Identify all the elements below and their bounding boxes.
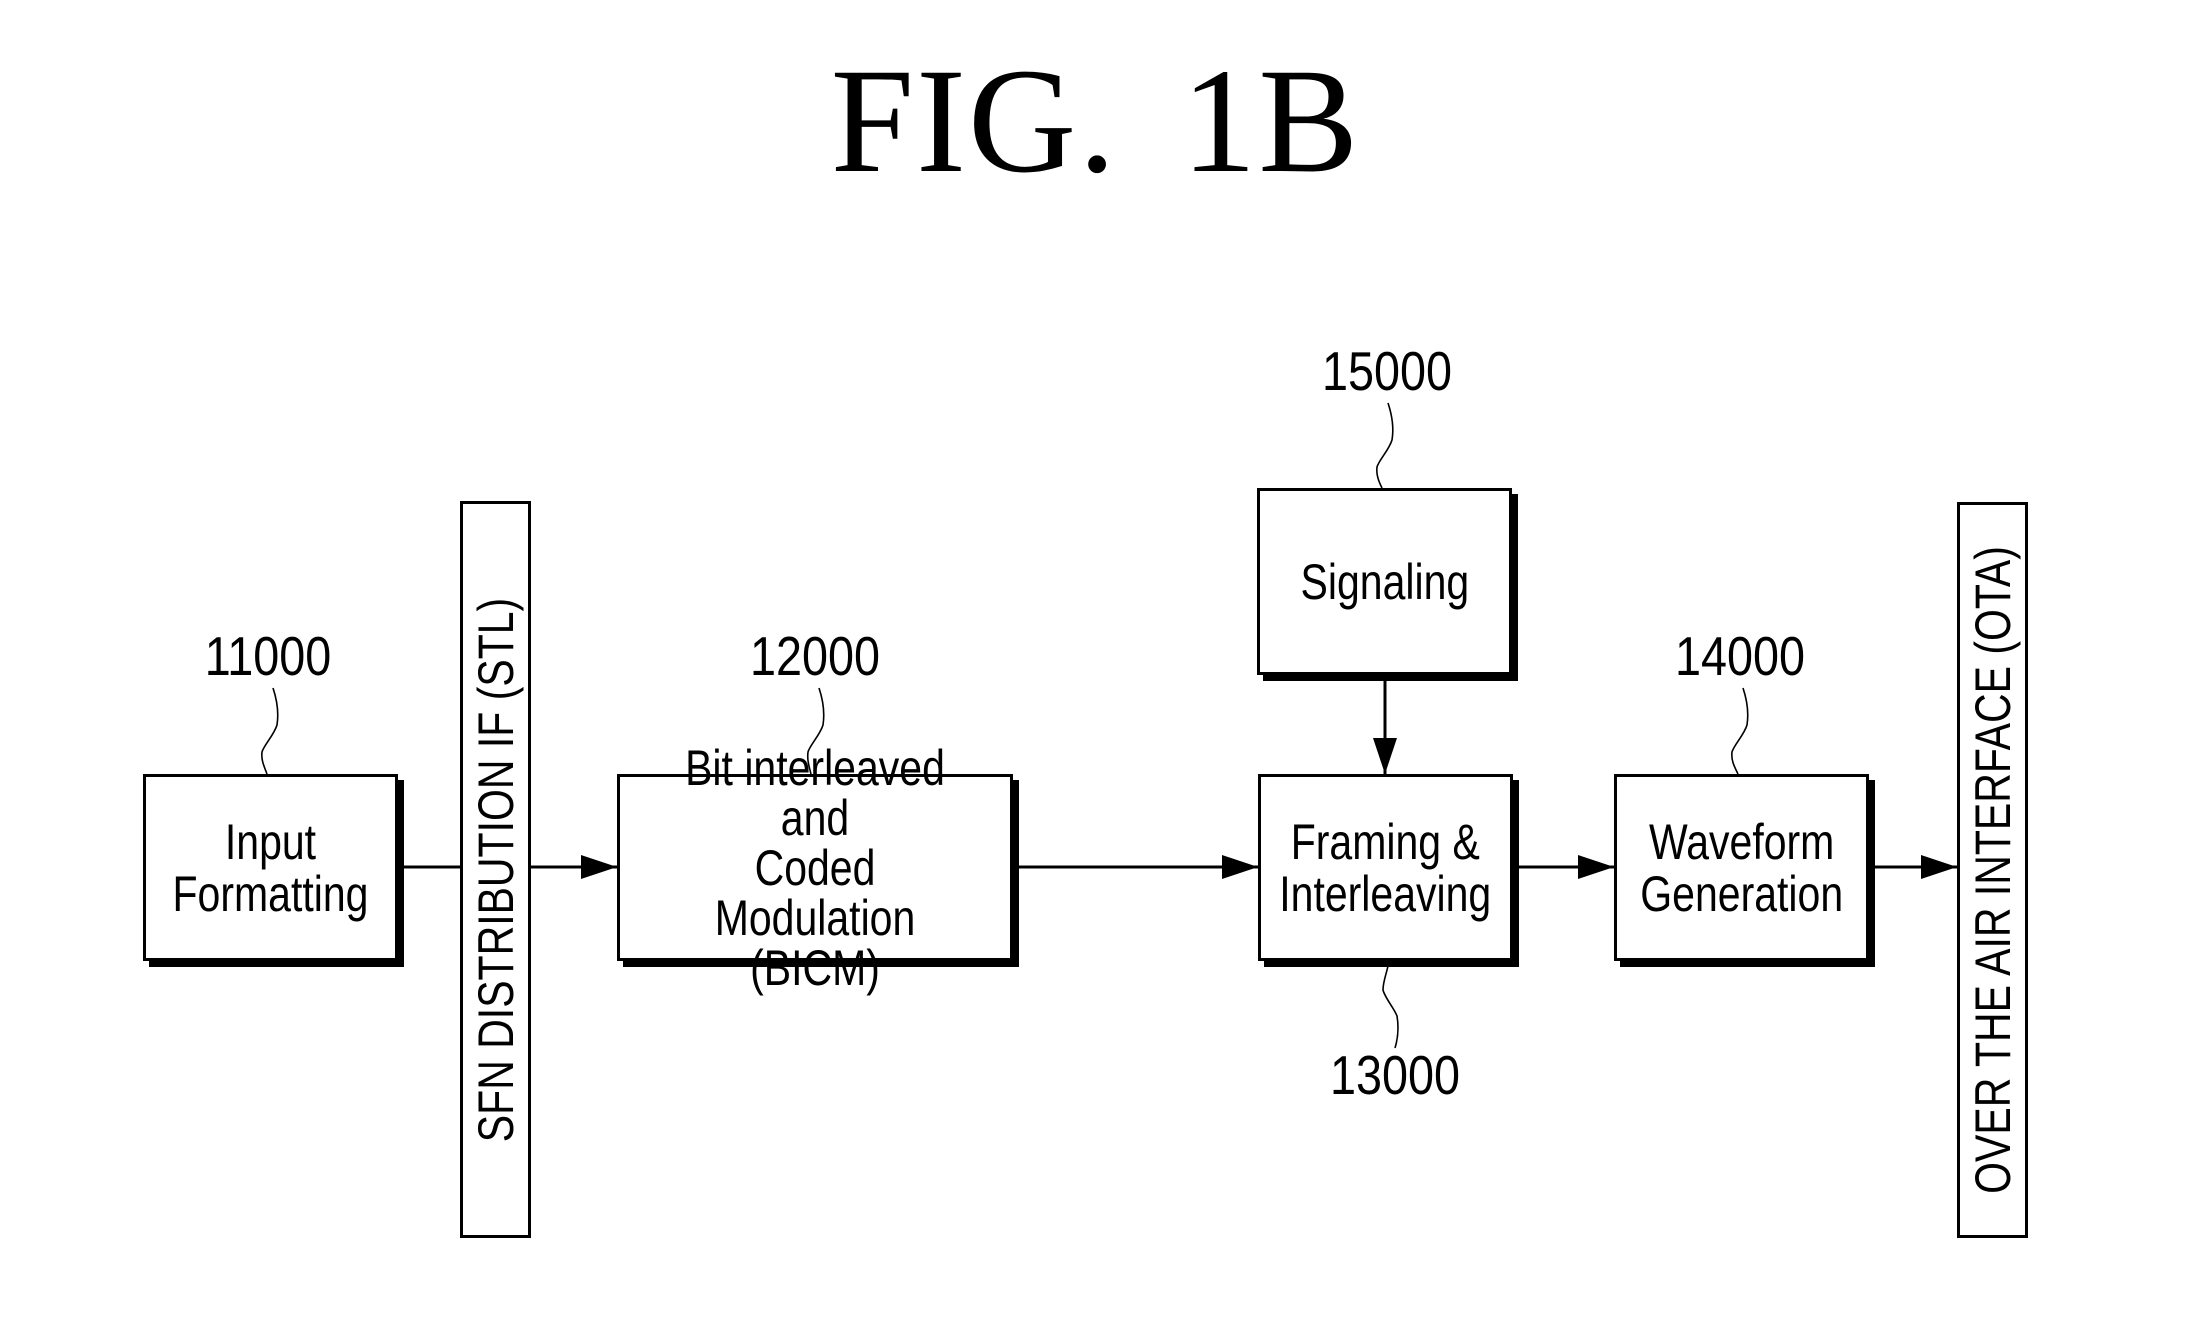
ref-14000: 14000 — [1674, 625, 1805, 687]
block-input-formatting: Input Formatting — [143, 774, 398, 961]
ref-11000: 11000 — [204, 625, 332, 687]
block-label: Waveform Generation — [1640, 813, 1843, 922]
block-label: Framing & Interleaving — [1279, 813, 1492, 922]
block-bicm: Bit interleaved and Coded Modulation (BI… — [617, 743, 1013, 993]
leader-14000 — [1731, 687, 1749, 775]
leader-15000 — [1376, 402, 1394, 489]
interface-stl-label: SFN DISTRIBUTION IF (STL) — [467, 597, 524, 1142]
block-framing-interleaving: Framing & Interleaving — [1258, 774, 1513, 961]
block-label: Input Formatting — [172, 813, 369, 922]
block-waveform-generation: Waveform Generation — [1614, 774, 1869, 961]
block-signaling: Signaling — [1257, 488, 1512, 675]
interface-stl-bar: SFN DISTRIBUTION IF (STL) — [460, 501, 531, 1238]
interface-ota-label: OVER THE AIR INTERFACE (OTA) — [1964, 546, 2021, 1194]
leader-11000 — [261, 687, 279, 775]
ref-13000: 13000 — [1329, 1044, 1460, 1106]
block-label: Bit interleaved and Coded Modulation (BI… — [685, 739, 945, 996]
interface-ota-bar: OVER THE AIR INTERFACE (OTA) — [1957, 502, 2028, 1238]
ref-15000: 15000 — [1321, 340, 1452, 402]
block-label: Signaling — [1300, 553, 1469, 610]
leader-13000 — [1382, 965, 1399, 1049]
ref-12000: 12000 — [749, 625, 880, 687]
